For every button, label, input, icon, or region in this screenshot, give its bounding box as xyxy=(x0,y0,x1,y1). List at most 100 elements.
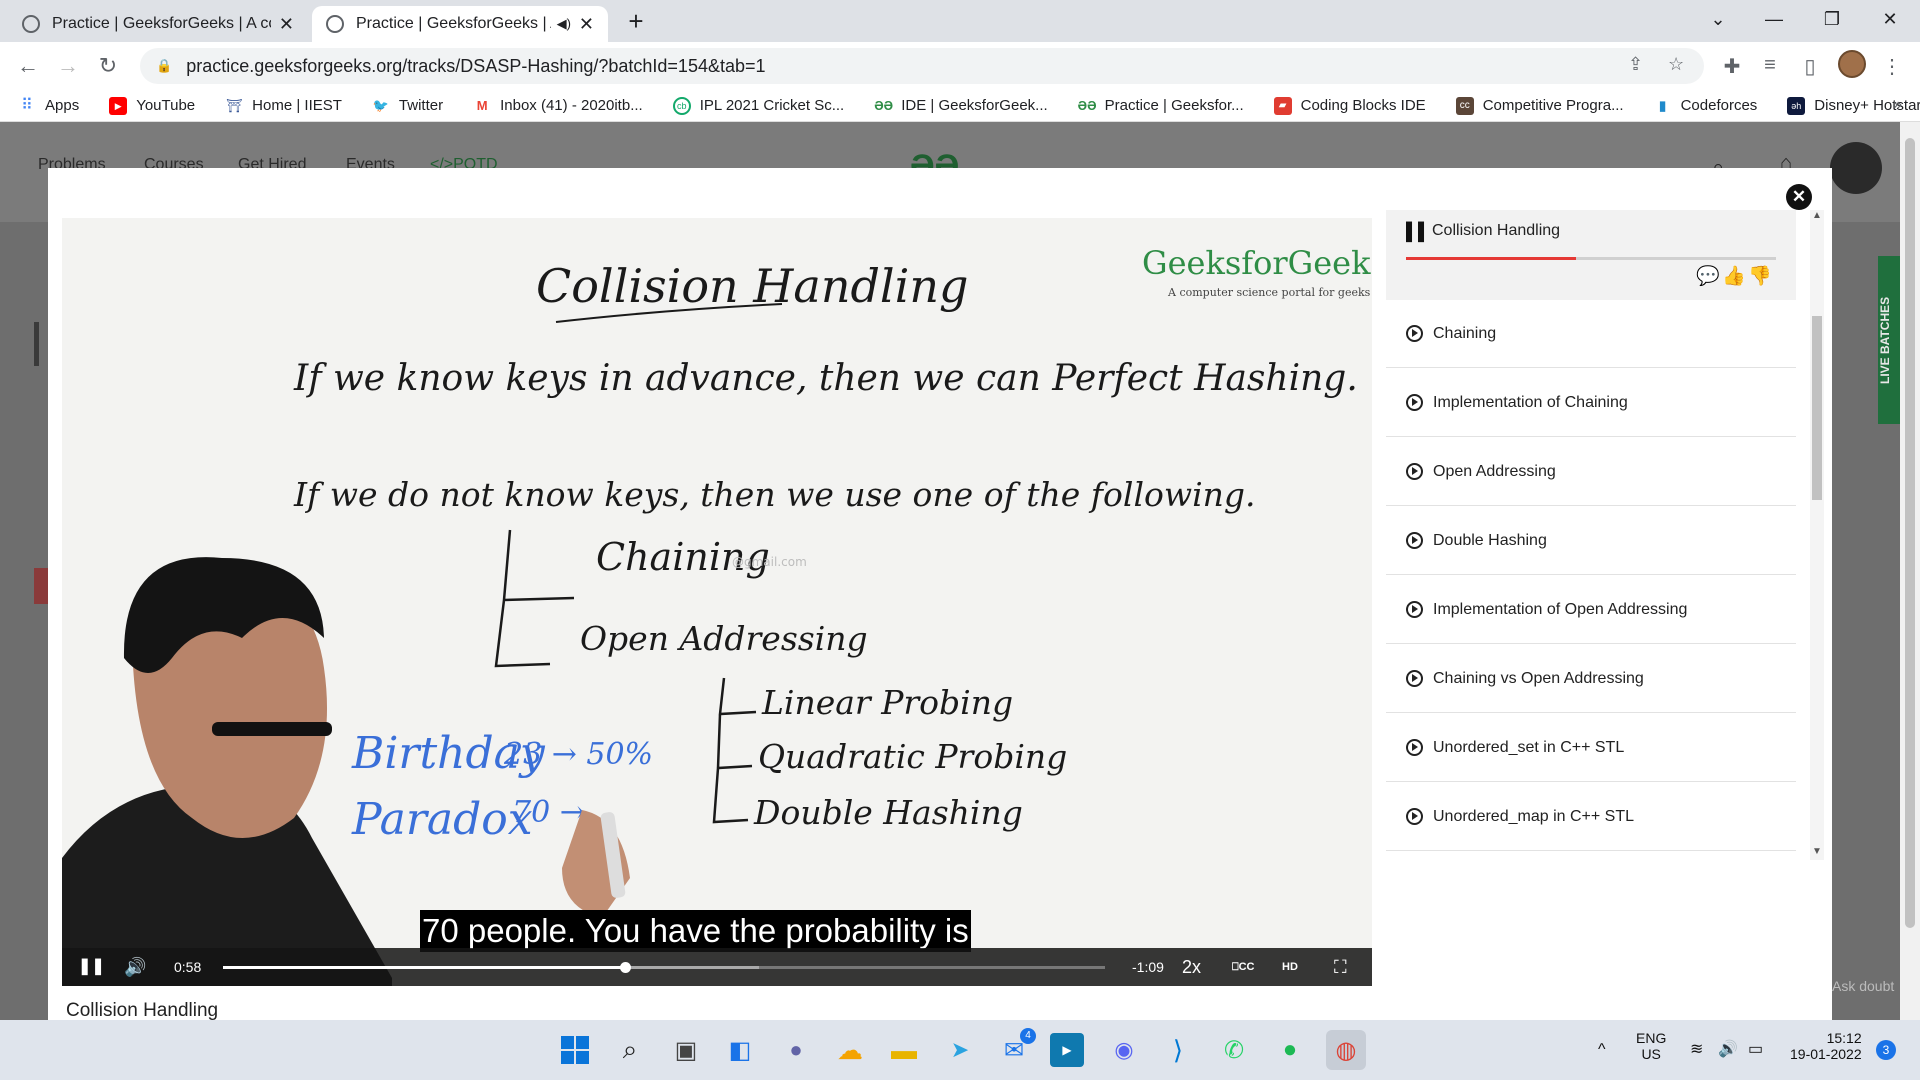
ask-doubt-button[interactable]: Ask doubt xyxy=(1832,978,1894,994)
close-modal-icon[interactable]: ✕ xyxy=(1786,184,1812,210)
speaker-icon[interactable]: ◀) xyxy=(557,16,571,32)
apps-grid-icon: ⠿ xyxy=(21,96,33,114)
page-scrollbar[interactable] xyxy=(1900,122,1920,1020)
discord-icon[interactable]: ◉ xyxy=(1104,1030,1144,1070)
mail-icon[interactable]: ✉ 4 xyxy=(994,1028,1036,1070)
close-tab-icon[interactable]: ✕ xyxy=(279,14,294,35)
page-scroll-thumb[interactable] xyxy=(1905,138,1915,928)
restore-button[interactable]: ❐ xyxy=(1804,0,1860,40)
file-explorer-icon[interactable]: ▬ xyxy=(884,1030,924,1070)
current-item-label: Collision Handling xyxy=(1432,222,1561,239)
task-view-icon[interactable]: ▣ xyxy=(666,1030,706,1070)
current-item-progress xyxy=(1406,257,1776,260)
captions-icon[interactable]: ⎕CC xyxy=(1232,948,1255,986)
clock-time: 15:12 xyxy=(1826,1030,1862,1046)
volume-icon[interactable]: 🔊 xyxy=(124,948,146,986)
page-red-button[interactable] xyxy=(34,568,48,604)
thumbs-down-icon[interactable]: 👎 xyxy=(1748,264,1772,288)
tab-search-icon[interactable]: ⌄ xyxy=(1690,0,1746,40)
wifi-icon[interactable]: ≋ xyxy=(1690,1020,1703,1080)
media-control-icon[interactable]: ≡ xyxy=(1756,54,1784,77)
extensions-icon[interactable]: ✚ xyxy=(1718,54,1746,79)
playlist-item[interactable]: Chaining vs Open Addressing xyxy=(1386,645,1796,713)
bookmark-iiest[interactable]: ⛩ Home | IIEST xyxy=(225,97,342,115)
telegram-icon[interactable]: ➤ xyxy=(940,1030,980,1070)
video-progress-bar[interactable] xyxy=(223,962,1105,973)
pause-icon[interactable]: ❚❚ xyxy=(78,948,105,986)
thumbs-up-icon[interactable]: 👍 xyxy=(1722,264,1746,288)
live-batches-tab[interactable]: LIVE BATCHES xyxy=(1878,256,1900,424)
bookmark-cricbuzz[interactable]: cb IPL 2021 Cricket Sc... xyxy=(672,96,844,115)
bookmark-star-icon[interactable]: ☆ xyxy=(1668,54,1684,75)
back-icon[interactable]: ← xyxy=(12,50,44,82)
teams-chat-icon[interactable]: ● xyxy=(776,1030,816,1070)
playback-speed-button[interactable]: 2x xyxy=(1182,948,1201,986)
prime-video-icon[interactable]: ▶ xyxy=(1050,1033,1084,1067)
weather-icon[interactable]: ☁ xyxy=(830,1030,870,1070)
bookmark-codechef[interactable]: cc Competitive Progra... xyxy=(1455,96,1624,115)
address-bar[interactable]: 🔒 practice.geeksforgeeks.org/tracks/DSAS… xyxy=(140,48,1704,84)
chrome-icon[interactable]: ◍ xyxy=(1326,1030,1366,1070)
notification-badge[interactable]: 3 xyxy=(1876,1040,1896,1060)
playlist-scrollbar[interactable]: ▲ ▼ xyxy=(1810,210,1824,860)
playlist-item[interactable]: Double Hashing xyxy=(1386,507,1796,575)
menu-dots-icon[interactable]: ⋮ xyxy=(1878,54,1906,79)
playlist-item[interactable]: Open Addressing xyxy=(1386,438,1796,506)
tab-strip: Practice | GeeksforGeeks | A com ✕ Pract… xyxy=(0,0,1920,42)
browser-tab-1[interactable]: Practice | GeeksforGeeks | A com ✕ xyxy=(8,6,308,42)
start-icon[interactable] xyxy=(555,1030,595,1070)
show-hidden-icons[interactable]: ^ xyxy=(1598,1020,1606,1080)
volume-icon[interactable]: 🔊 xyxy=(1718,1020,1738,1080)
close-tab-icon[interactable]: ✕ xyxy=(579,14,594,35)
video-player[interactable]: Collision Handling If we know keys in ad… xyxy=(62,218,1372,986)
fullscreen-icon[interactable]: ⛶ xyxy=(1334,948,1347,986)
minimize-button[interactable]: — xyxy=(1746,0,1802,40)
scroll-up-icon[interactable]: ▲ xyxy=(1812,210,1822,221)
whatsapp-icon[interactable]: ✆ xyxy=(1214,1030,1254,1070)
playlist-item[interactable]: Unordered_set in C++ STL xyxy=(1386,714,1796,782)
forward-icon[interactable]: → xyxy=(52,50,84,82)
scroll-down-icon[interactable]: ▼ xyxy=(1812,846,1822,857)
side-panel-icon[interactable]: ▯ xyxy=(1796,54,1824,79)
profile-avatar[interactable] xyxy=(1838,50,1866,78)
more-bookmarks-icon[interactable]: » xyxy=(1893,96,1902,114)
tab-title: Practice | GeeksforGeeks | A xyxy=(356,15,551,32)
playlist-current-item[interactable]: ▌▌ Collision Handling 💬 👍 👎 xyxy=(1386,210,1796,300)
comment-icon[interactable]: 💬 xyxy=(1696,264,1720,288)
play-circle-icon xyxy=(1406,601,1423,618)
bookmark-coding-blocks[interactable]: ▰ Coding Blocks IDE xyxy=(1273,96,1426,115)
bookmark-codeforces[interactable]: ▮ Codeforces xyxy=(1654,97,1757,115)
bookmark-gmail[interactable]: M Inbox (41) - 2020itb... xyxy=(473,97,643,115)
playlist-item[interactable]: Implementation of Chaining xyxy=(1386,369,1796,437)
clock[interactable]: 15:12 19-01-2022 xyxy=(1790,1030,1862,1062)
bookmark-gfg-practice[interactable]: ƏƏ Practice | Geeksfor... xyxy=(1078,97,1244,115)
playlist-item[interactable]: Unordered_map in C++ STL xyxy=(1386,783,1796,851)
play-circle-icon xyxy=(1406,808,1423,825)
elapsed-time: 0:58 xyxy=(174,959,202,975)
bookmark-gfg-ide[interactable]: ƏƏ IDE | GeeksforGeek... xyxy=(874,97,1047,115)
quality-icon[interactable]: HD xyxy=(1282,948,1298,986)
play-circle-icon xyxy=(1406,325,1423,342)
spotify-icon[interactable]: ● xyxy=(1270,1030,1310,1070)
gfg-icon: ƏƏ xyxy=(874,97,894,113)
new-tab-button[interactable]: + xyxy=(620,6,652,38)
search-icon[interactable]: ⌕ xyxy=(610,1030,650,1070)
playlist-item[interactable]: Implementation of Open Addressing xyxy=(1386,576,1796,644)
globe-icon xyxy=(22,15,40,33)
lock-icon[interactable]: 🔒 xyxy=(156,58,172,74)
widgets-icon[interactable]: ◧ xyxy=(720,1030,760,1070)
region-code: US xyxy=(1641,1046,1661,1062)
battery-icon[interactable]: ▭ xyxy=(1748,1020,1763,1080)
browser-tab-2[interactable]: Practice | GeeksforGeeks | A ◀) ✕ xyxy=(312,6,608,42)
user-avatar-icon[interactable] xyxy=(1830,142,1882,194)
bookmark-youtube[interactable]: ▶ YouTube xyxy=(109,96,195,115)
playlist-scroll-thumb[interactable] xyxy=(1812,316,1822,500)
reload-icon[interactable]: ↻ xyxy=(92,50,124,82)
playlist-item[interactable]: Chaining xyxy=(1386,300,1796,368)
bookmark-apps[interactable]: ⠿ Apps xyxy=(18,97,79,115)
close-window-button[interactable]: ✕ xyxy=(1862,0,1918,40)
bookmark-twitter[interactable]: 🐦 Twitter xyxy=(372,97,443,115)
vscode-icon[interactable]: ⟩ xyxy=(1158,1030,1198,1070)
share-icon[interactable]: ⇪ xyxy=(1628,54,1643,75)
language-indicator[interactable]: ENG US xyxy=(1636,1030,1666,1062)
